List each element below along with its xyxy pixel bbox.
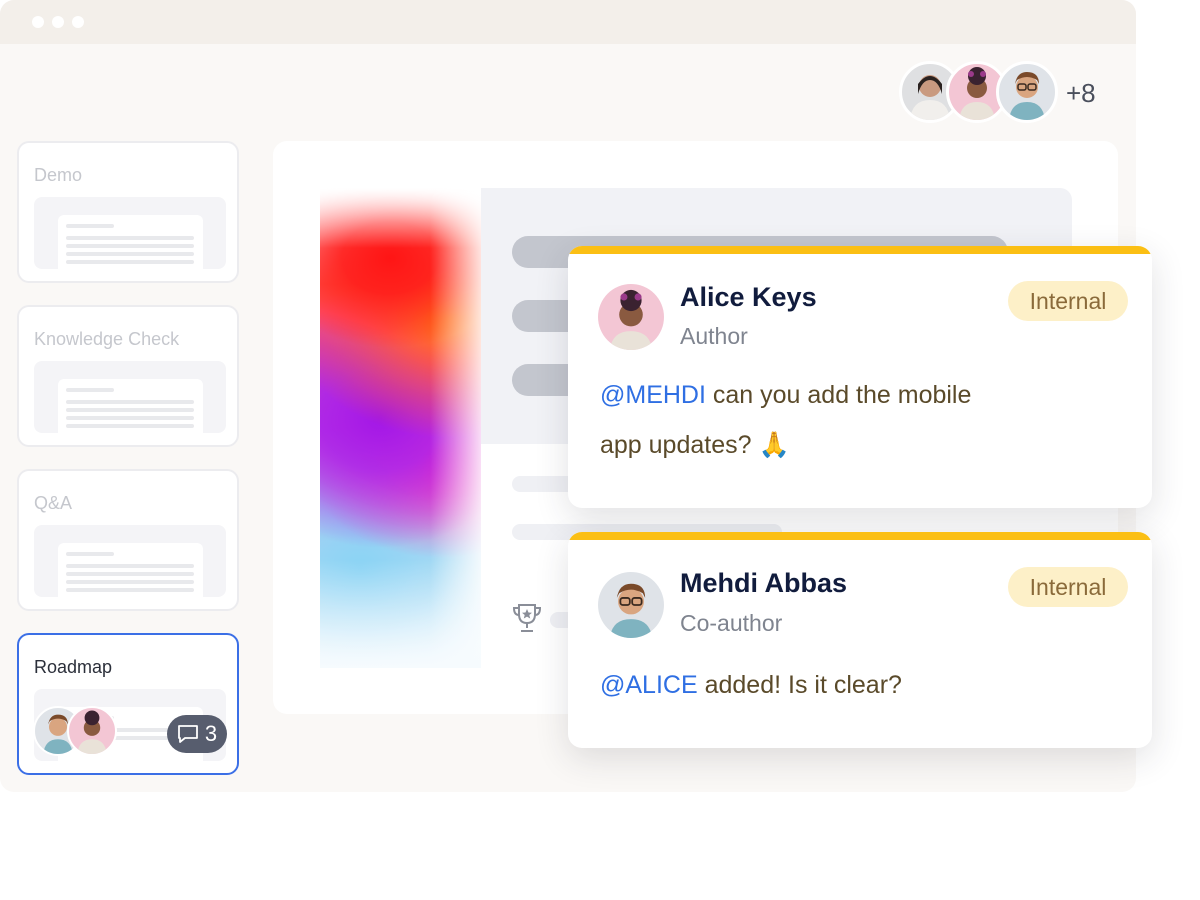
comment-author-role: Author: [680, 323, 748, 349]
thumb-line: [66, 224, 114, 228]
comment-author-role: Co-author: [680, 610, 783, 636]
window-dot[interactable]: [52, 16, 64, 28]
comment-count-badge[interactable]: 3: [167, 715, 227, 753]
thumb-line: [66, 416, 194, 420]
gradient-fade: [320, 560, 482, 668]
comment-card[interactable]: Alice Keys Author Internal @MEHDI can yo…: [568, 246, 1152, 508]
thumb-line: [66, 408, 194, 412]
thumb-line: [66, 260, 194, 264]
comment-author-name: Mehdi Abbas: [680, 568, 848, 598]
thumb-line: [66, 252, 194, 256]
slide-thumbnail: [34, 361, 226, 433]
comment-card[interactable]: Mehdi Abbas Co-author Internal @ALICE ad…: [568, 532, 1152, 748]
comment-count: 3: [204, 721, 218, 746]
thumb-line: [66, 580, 194, 584]
thumb-line: [66, 564, 194, 568]
thumb-line: [66, 588, 194, 592]
slide-card-demo[interactable]: Demo: [17, 141, 239, 283]
comment-text-line: added! Is it clear?: [697, 671, 902, 699]
comment-text-line: can you add the mobile: [705, 381, 972, 409]
window-dot[interactable]: [72, 16, 84, 28]
thumb-line: [66, 388, 114, 392]
slide-thumbnail: [34, 525, 226, 597]
thumb-line: [66, 400, 194, 404]
slide-title: Q&A: [34, 493, 73, 513]
slide-title: Demo: [34, 165, 83, 185]
slide-card-qa[interactable]: Q&A: [17, 469, 239, 611]
slide-card-knowledge-check[interactable]: Knowledge Check: [17, 305, 239, 447]
trophy-icon: [512, 604, 542, 632]
mention-link[interactable]: @ALICE: [600, 671, 698, 699]
thumb-document: [58, 215, 203, 269]
comment-author-name: Alice Keys: [680, 282, 817, 312]
slide-title: Roadmap: [34, 657, 113, 677]
slide-title: Knowledge Check: [34, 329, 180, 349]
thumb-line: [66, 552, 114, 556]
comment-accent-bar: [568, 532, 1152, 540]
avatar: [67, 706, 117, 756]
thumb-line: [66, 244, 194, 248]
thumb-line: [66, 424, 194, 428]
avatar: [598, 572, 664, 638]
title-bar: [0, 0, 1136, 44]
internal-badge: Internal: [1008, 567, 1128, 607]
more-collaborators-count[interactable]: +8: [1066, 78, 1096, 109]
mention-link[interactable]: @MEHDI: [600, 381, 706, 409]
comment-icon: [177, 725, 198, 743]
comment-text: @ALICE added! Is it clear?: [600, 660, 902, 710]
avatar: [598, 284, 664, 350]
thumb-document: [58, 379, 203, 433]
window-dot[interactable]: [32, 16, 44, 28]
thumb-line: [66, 572, 194, 576]
avatar[interactable]: [996, 61, 1058, 123]
thumb-line: [66, 236, 194, 240]
comment-accent-bar: [568, 246, 1152, 254]
slide-thumbnail: [34, 197, 226, 269]
internal-badge: Internal: [1008, 281, 1128, 321]
comment-text-line: app updates? 🙏: [600, 431, 790, 459]
slide-card-roadmap[interactable]: Roadmap 3: [17, 633, 239, 775]
thumb-document: [58, 543, 203, 597]
comment-text: @MEHDI can you add the mobile app update…: [600, 370, 971, 470]
